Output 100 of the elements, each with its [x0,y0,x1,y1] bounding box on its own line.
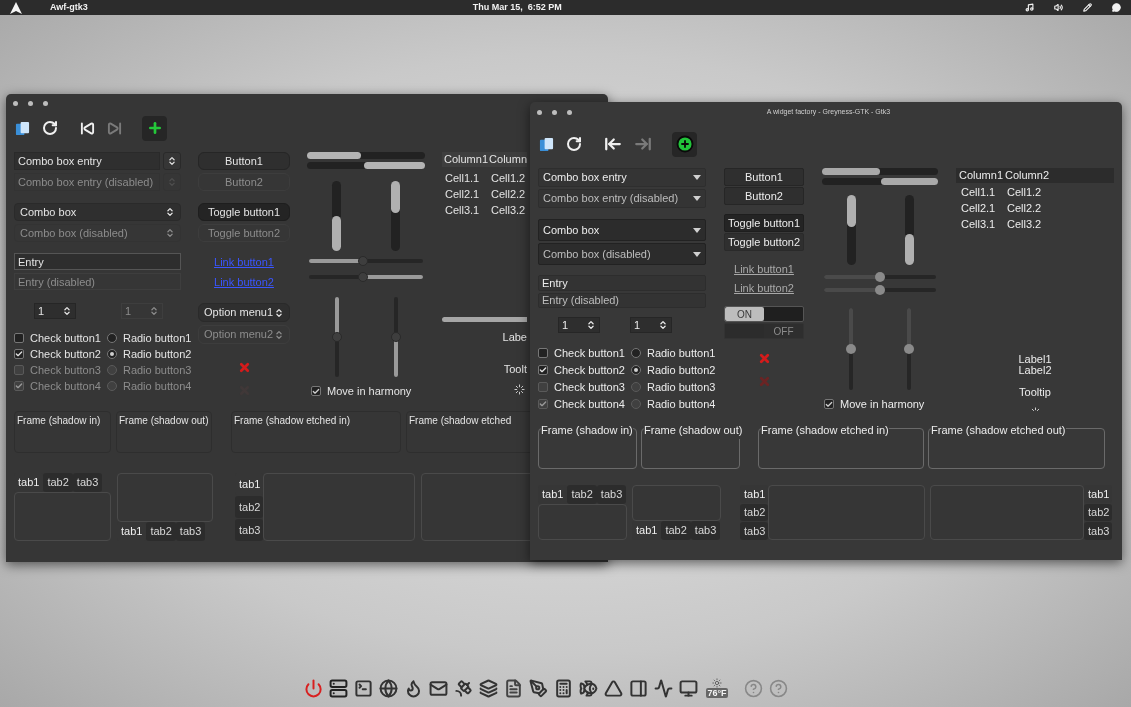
add-button[interactable] [672,131,697,157]
window-control-icon[interactable] [567,109,572,115]
tab[interactable]: tab3 [1084,522,1112,540]
checkbox[interactable] [538,348,548,358]
toggle-button[interactable]: Toggle button2 [724,233,804,251]
terminal-icon[interactable] [354,678,373,698]
slider-thumb[interactable] [846,344,856,354]
link[interactable]: Link button2 [734,279,794,297]
checkbox[interactable] [824,399,834,410]
tab[interactable]: tab2 [661,521,691,540]
temperature[interactable]: 76°F [706,688,728,698]
updown-icon [658,320,668,330]
logo-icon[interactable] [10,1,22,14]
slider-thumb[interactable] [331,332,342,342]
arrow-left-icon[interactable] [604,135,622,153]
tab[interactable]: tab2 [235,496,263,518]
add-button[interactable] [142,115,167,141]
cone-icon[interactable] [604,678,623,698]
calculator-icon[interactable] [554,678,573,698]
radio-button[interactable] [106,333,117,343]
refresh-icon[interactable] [566,136,582,152]
spin-button[interactable]: 1 [630,317,672,333]
column-header[interactable]: Column2 [1005,168,1050,184]
combo-entry-field[interactable]: Combo box entry [14,152,160,170]
skip-back-icon[interactable] [80,120,95,136]
slider-thumb[interactable] [875,285,885,295]
text-entry[interactable]: Entry [14,253,181,270]
cards-icon[interactable] [15,120,30,136]
monitors-icon[interactable] [479,678,498,698]
music-icon[interactable] [1025,3,1034,12]
checkbox[interactable] [311,386,321,397]
tab[interactable]: tab2 [567,485,597,504]
chat-icon[interactable] [1112,3,1121,12]
radio-button[interactable] [630,348,641,358]
document-icon[interactable] [504,678,523,698]
combo-box-entry[interactable]: Combo box entry [538,168,706,187]
tab[interactable]: tab2 [43,473,73,492]
sun-icon[interactable] [712,678,722,688]
checkbox[interactable] [14,333,24,343]
combo-arrow-button[interactable] [163,152,181,170]
push-button[interactable]: Button1 [724,168,804,186]
flame-icon[interactable] [404,678,423,698]
spin-button[interactable]: 1 [34,303,76,319]
push-button[interactable]: Button1 [198,152,290,170]
option-menu[interactable]: Option menu1 [198,303,290,322]
clock[interactable]: Thu Mar 15, 6:52 PM [472,0,562,15]
window-icon[interactable] [629,678,648,698]
slider-thumb[interactable] [357,272,368,282]
slider-thumb[interactable] [390,332,401,342]
radio-button[interactable] [630,365,641,375]
tab[interactable]: tab3 [690,521,721,540]
checkbox[interactable] [14,349,24,359]
tab[interactable]: tab3 [175,522,206,541]
pen-icon[interactable] [529,678,548,698]
switch[interactable]: ON [724,306,804,322]
tab[interactable]: tab2 [146,522,176,541]
globe-icon[interactable] [379,678,398,698]
spin-button[interactable]: 1 [558,317,600,333]
tooltip-label: Toolt [503,362,527,377]
tab[interactable]: tab3 [235,519,263,541]
toggle-button[interactable]: Toggle button1 [198,203,290,221]
column-header[interactable]: Column [489,152,527,168]
app-name[interactable]: Awf-gtk3 [50,0,88,15]
checkbox[interactable] [538,365,548,375]
window-control-icon[interactable] [43,100,48,106]
pulse-icon[interactable] [654,678,673,698]
satellite-icon[interactable] [454,678,473,698]
refresh-icon[interactable] [42,120,58,136]
slider-thumb[interactable] [357,256,368,266]
tab[interactable]: tab3 [740,522,768,540]
combo-box[interactable]: Combo box [14,203,181,221]
fish-icon[interactable] [579,678,598,698]
window-control-icon[interactable] [537,109,542,115]
label: Label2 [1018,365,1052,376]
slider-thumb[interactable] [875,272,885,282]
toggle-button[interactable]: Toggle button1 [724,214,804,232]
tab[interactable]: tab3 [72,473,103,492]
drive-icon[interactable] [329,678,348,698]
checkmark-icon [825,399,833,409]
tab[interactable]: tab3 [596,485,627,504]
link[interactable]: Link button1 [734,260,794,278]
scrollbar[interactable] [442,317,527,322]
mail-icon[interactable] [429,678,448,698]
text-entry[interactable]: Entry [538,275,706,291]
tab[interactable]: tab2 [1084,503,1112,522]
slider-thumb[interactable] [904,344,914,354]
monitor-icon[interactable] [679,678,698,698]
volume-icon[interactable] [1054,3,1063,12]
pen-icon[interactable] [1083,3,1092,12]
window-control-icon[interactable] [13,100,18,106]
window-control-icon[interactable] [552,109,557,115]
combo-box[interactable]: Combo box [538,219,706,241]
tab[interactable]: tab2 [740,503,768,522]
power-icon[interactable] [304,678,323,698]
window-control-icon[interactable] [28,100,33,106]
radio-button[interactable] [106,349,117,359]
column-header[interactable]: Column1 [959,168,1005,184]
push-button[interactable]: Button2 [724,187,804,205]
cards-icon[interactable] [539,136,554,152]
column-header[interactable]: Column1 [444,152,490,168]
